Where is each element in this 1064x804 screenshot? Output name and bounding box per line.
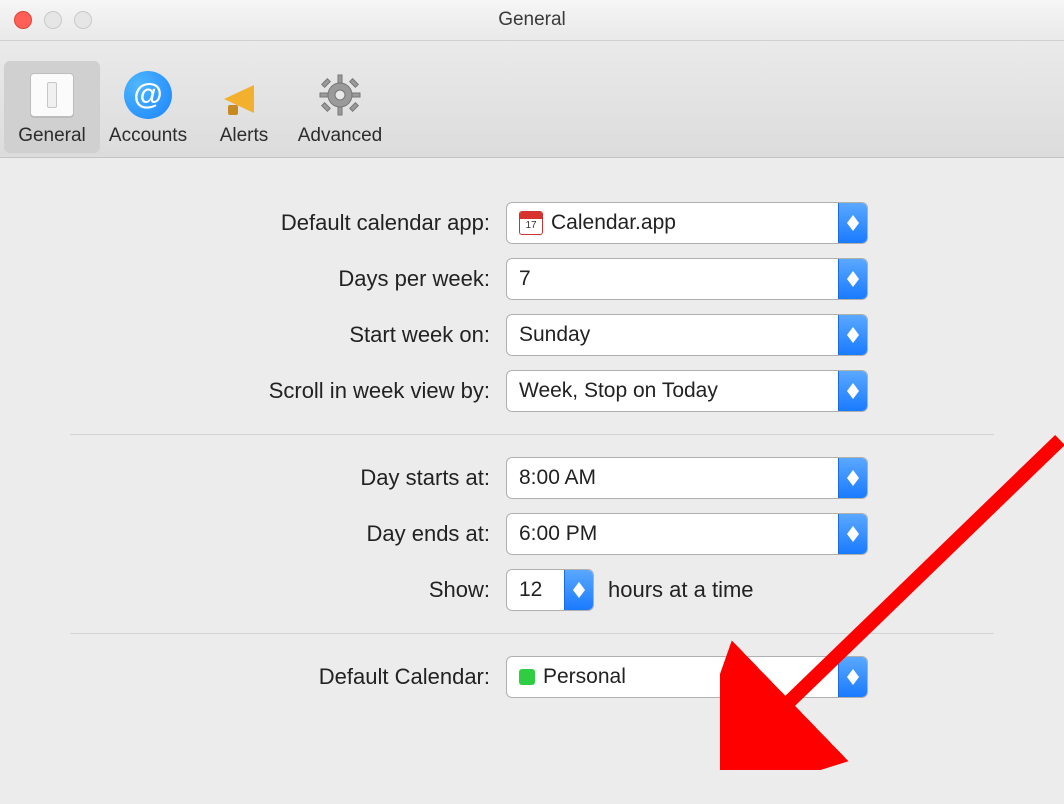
row-day-starts: Day starts at: 8:00 AM xyxy=(70,457,994,499)
at-sign-icon: @ xyxy=(124,71,172,119)
stepper-icon xyxy=(838,315,867,355)
preferences-toolbar: General @ Accounts Alerts xyxy=(0,41,1064,158)
titlebar: General xyxy=(0,0,1064,41)
label-days-per-week: Days per week: xyxy=(70,266,506,292)
row-show-hours: Show: 12 hours at a time xyxy=(70,569,994,611)
gear-icon xyxy=(316,71,364,119)
tab-advanced[interactable]: Advanced xyxy=(292,61,388,153)
calendar-icon xyxy=(519,211,543,235)
row-day-ends: Day ends at: 6:00 PM xyxy=(70,513,994,555)
show-suffix: hours at a time xyxy=(608,577,754,603)
row-default-calendar: Default Calendar: Personal xyxy=(70,656,994,698)
row-scroll-week: Scroll in week view by: Week, Stop on To… xyxy=(70,370,994,412)
preferences-window: General General @ Accounts Alerts xyxy=(0,0,1064,804)
tab-general[interactable]: General xyxy=(4,61,100,153)
stepper-icon xyxy=(838,657,867,697)
stepper-icon xyxy=(564,570,593,610)
start-week-value: Sunday xyxy=(519,323,590,347)
stepper-icon xyxy=(838,514,867,554)
start-week-popup[interactable]: Sunday xyxy=(506,314,868,356)
settings-content: Default calendar app: Calendar.app Days … xyxy=(0,158,1064,698)
stepper-icon xyxy=(838,458,867,498)
stepper-icon xyxy=(838,371,867,411)
row-start-week: Start week on: Sunday xyxy=(70,314,994,356)
label-scroll-week: Scroll in week view by: xyxy=(70,378,506,404)
divider xyxy=(70,434,994,435)
day-starts-popup[interactable]: 8:00 AM xyxy=(506,457,868,499)
tab-label: Advanced xyxy=(292,125,388,147)
label-default-calendar: Default Calendar: xyxy=(70,664,506,690)
switch-icon xyxy=(30,73,74,117)
label-show: Show: xyxy=(70,577,506,603)
stepper-icon xyxy=(838,203,867,243)
default-calendar-value: Personal xyxy=(543,665,626,689)
divider xyxy=(70,633,994,634)
default-app-popup[interactable]: Calendar.app xyxy=(506,202,868,244)
calendar-color-swatch xyxy=(519,669,535,685)
scroll-week-popup[interactable]: Week, Stop on Today xyxy=(506,370,868,412)
megaphone-icon xyxy=(220,71,268,119)
tab-label: General xyxy=(4,125,100,147)
label-start-week: Start week on: xyxy=(70,322,506,348)
tab-accounts[interactable]: @ Accounts xyxy=(100,61,196,153)
tab-alerts[interactable]: Alerts xyxy=(196,61,292,153)
row-default-app: Default calendar app: Calendar.app xyxy=(70,202,994,244)
default-app-value: Calendar.app xyxy=(551,211,676,235)
row-days-per-week: Days per week: 7 xyxy=(70,258,994,300)
day-ends-popup[interactable]: 6:00 PM xyxy=(506,513,868,555)
scroll-week-value: Week, Stop on Today xyxy=(519,379,718,403)
default-calendar-popup[interactable]: Personal xyxy=(506,656,868,698)
show-hours-value: 12 xyxy=(519,578,542,602)
tab-label: Accounts xyxy=(100,125,196,147)
show-hours-popup[interactable]: 12 xyxy=(506,569,594,611)
days-per-week-value: 7 xyxy=(519,267,531,291)
label-default-app: Default calendar app: xyxy=(70,210,506,236)
label-day-ends: Day ends at: xyxy=(70,521,506,547)
label-day-starts: Day starts at: xyxy=(70,465,506,491)
tab-label: Alerts xyxy=(196,125,292,147)
days-per-week-popup[interactable]: 7 xyxy=(506,258,868,300)
window-title: General xyxy=(0,9,1064,31)
day-ends-value: 6:00 PM xyxy=(519,522,597,546)
stepper-icon xyxy=(838,259,867,299)
day-starts-value: 8:00 AM xyxy=(519,466,596,490)
